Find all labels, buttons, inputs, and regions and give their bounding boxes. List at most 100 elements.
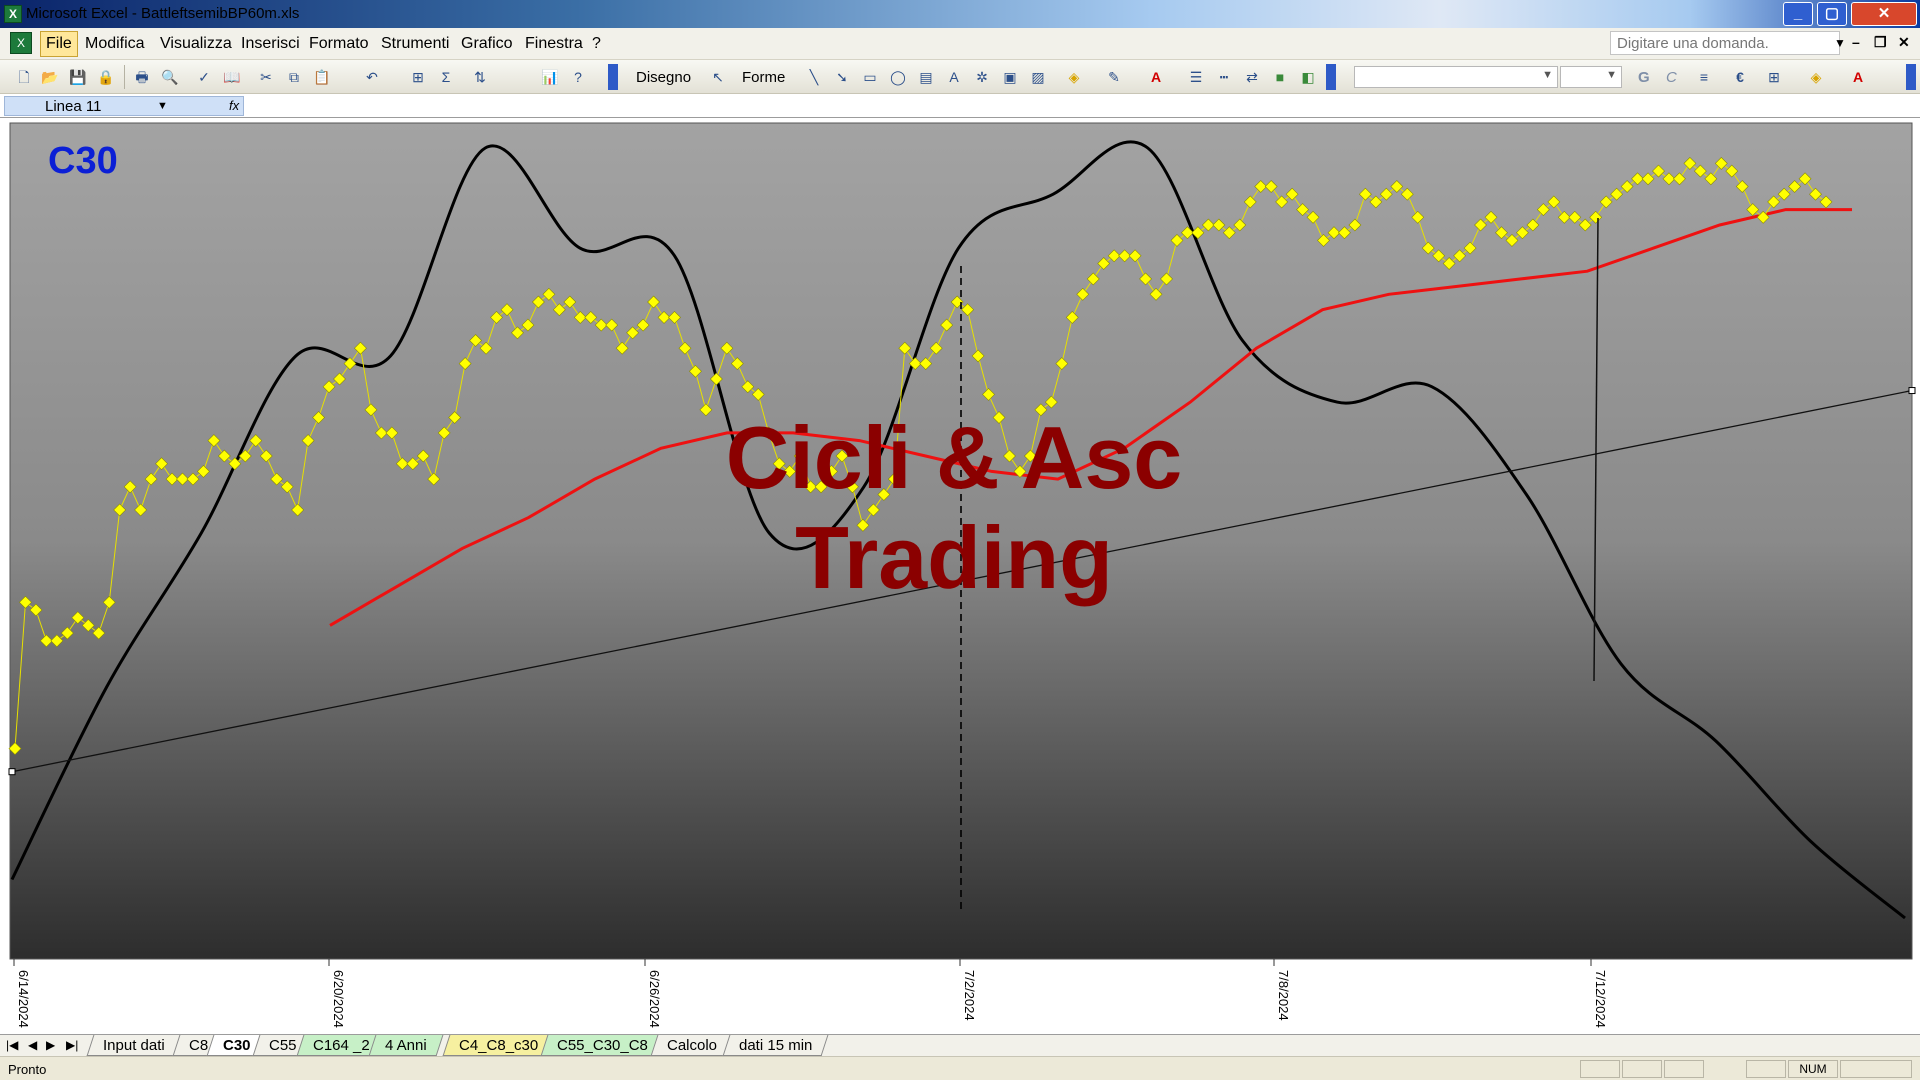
line-style-icon[interactable]: ☰ [1186, 67, 1206, 87]
first-sheet-icon[interactable]: |◀ [6, 1038, 18, 1052]
help-icon[interactable]: ? [568, 67, 588, 87]
italic-button[interactable]: C [1666, 69, 1677, 86]
new-file-icon[interactable]: 🗋 [14, 67, 34, 87]
cut-icon[interactable]: ✂ [256, 67, 276, 87]
toolbar-grip-3[interactable] [1906, 64, 1916, 90]
next-sheet-icon[interactable]: ▶ [46, 1038, 55, 1052]
close-button[interactable]: ✕ [1851, 2, 1917, 26]
autosum-icon[interactable]: Σ [436, 67, 456, 87]
toolbar-grip-2[interactable] [1326, 64, 1336, 90]
undo-icon[interactable]: ↶ [362, 67, 382, 87]
3d-icon[interactable]: ◧ [1298, 67, 1318, 87]
font-size-combo[interactable]: ▼ [1560, 66, 1622, 88]
font-color-2-icon[interactable]: A [1848, 67, 1868, 87]
shadow-icon[interactable]: ■ [1270, 67, 1290, 87]
print-icon[interactable]: 🖶 [132, 67, 152, 87]
x-tick-label: 7/2/2024 [962, 970, 977, 1021]
sheet-tab-label: dati 15 min [739, 1037, 813, 1054]
sheet-tab[interactable]: Input dati [86, 1035, 182, 1056]
menu-formato[interactable]: Formato [309, 35, 369, 53]
chart[interactable]: C30 Cicli & Asc Trading 6/14/2024 6/20/20… [0, 118, 1920, 1034]
spelling-icon[interactable]: ✓ [194, 67, 214, 87]
x-tick-label: 7/8/2024 [1276, 970, 1291, 1021]
window-title: Microsoft Excel - BattleftsemibBP60m.xls [26, 5, 300, 22]
bold-button[interactable]: G [1638, 69, 1650, 86]
doc-restore-icon[interactable]: ❐ [1874, 34, 1887, 51]
sheet-tab[interactable]: Calcolo [650, 1035, 734, 1056]
align-icon[interactable]: ≡ [1694, 67, 1714, 87]
wordart-icon[interactable]: A [944, 67, 964, 87]
diagram-icon[interactable]: ✲ [972, 67, 992, 87]
sort-icon[interactable]: ⇅ [470, 67, 490, 87]
copy-icon[interactable]: ⧉ [284, 67, 304, 87]
line-icon[interactable]: ╲ [804, 67, 824, 87]
euro-icon[interactable]: € [1730, 67, 1750, 87]
chart-wizard-icon[interactable]: 📊 [540, 67, 560, 87]
arrow-style-icon[interactable]: ⇄ [1242, 67, 1262, 87]
prev-sheet-icon[interactable]: ◀ [28, 1038, 37, 1052]
sheet-tab-label: C8 [189, 1037, 209, 1054]
select-pointer-icon[interactable]: ↖ [708, 67, 728, 87]
dash-style-icon[interactable]: ┅ [1214, 67, 1234, 87]
font-name-combo[interactable]: ▼ [1354, 66, 1558, 88]
draw-menu[interactable]: Disegno [636, 69, 691, 86]
menu-help[interactable]: ? [592, 35, 601, 53]
textbox-icon[interactable]: ▤ [916, 67, 936, 87]
save-icon[interactable]: 💾 [68, 67, 88, 87]
borders-icon[interactable]: ⊞ [1764, 67, 1784, 87]
menu-visualizza[interactable]: Visualizza [160, 35, 232, 53]
toolbar: 🗋 📂 💾 🔒 🖶 🔍 ✓ 📖 ✂ ⧉ 📋 ↶ ⊞ Σ ⇅ 📊 ? Disegn… [0, 60, 1920, 94]
chevron-down-icon[interactable]: ▼ [157, 100, 168, 112]
trendline-handle-start[interactable] [8, 768, 16, 776]
picture-icon[interactable]: ▨ [1028, 67, 1048, 87]
status-bar: Pronto NUM [0, 1056, 1920, 1080]
sheet-tab[interactable]: dati 15 min [722, 1035, 829, 1056]
insert-link-icon[interactable]: ⊞ [408, 67, 428, 87]
title-bar: X Microsoft Excel - BattleftsemibBP60m.x… [0, 0, 1920, 28]
maximize-button[interactable]: ▢ [1817, 2, 1847, 26]
formula-bar: Linea 11 ▼ fx [0, 94, 1920, 118]
paste-icon[interactable]: 📋 [312, 67, 332, 87]
name-box[interactable]: Linea 11 ▼ fx [4, 96, 244, 116]
chevron-down-icon[interactable]: ▼ [1834, 36, 1846, 50]
x-tick-label: 7/12/2024 [1593, 970, 1608, 1028]
permission-icon[interactable]: 🔒 [96, 67, 116, 87]
menu-modifica[interactable]: Modifica [85, 35, 145, 53]
last-sheet-icon[interactable]: ▶| [66, 1038, 78, 1052]
oval-icon[interactable]: ◯ [888, 67, 908, 87]
fx-icon[interactable]: fx [229, 98, 239, 113]
trendline-handle-end[interactable] [1908, 387, 1916, 395]
sheet-tab-label: 4 Anni [385, 1037, 427, 1054]
print-preview-icon[interactable]: 🔍 [160, 67, 180, 87]
sheet-tab[interactable]: C4_C8_c30 [442, 1035, 555, 1056]
toolbar-grip[interactable] [608, 64, 618, 90]
doc-minimize-icon[interactable]: – [1852, 34, 1860, 50]
menu-finestra[interactable]: Finestra [525, 35, 583, 53]
line-color-icon[interactable]: ✎ [1104, 67, 1124, 87]
arrow-icon[interactable]: ➘ [832, 67, 852, 87]
menu-file[interactable]: File [40, 31, 78, 57]
sheet-tab-label: C4_C8_c30 [459, 1037, 539, 1054]
menu-grafico[interactable]: Grafico [461, 35, 513, 53]
workbook-icon[interactable]: X [10, 32, 32, 54]
fill-color-2-icon[interactable]: ◈ [1806, 67, 1826, 87]
sheet-tab-label: C55 [269, 1037, 297, 1054]
open-folder-icon[interactable]: 📂 [40, 67, 60, 87]
doc-close-icon[interactable]: ✕ [1898, 34, 1910, 51]
sheet-tab[interactable]: C55_C30_C8 [540, 1035, 665, 1056]
sheet-tab[interactable]: 4 Anni [368, 1035, 444, 1056]
shapes-menu[interactable]: Forme [742, 69, 785, 86]
status-text: Pronto [8, 1062, 47, 1077]
chart-sheet: C30 Cicli & Asc Trading 6/14/2024 6/20/20… [0, 118, 1920, 1034]
sheet-tab-label: C55_C30_C8 [557, 1037, 648, 1054]
rectangle-icon[interactable]: ▭ [860, 67, 880, 87]
minimize-button[interactable]: _ [1783, 2, 1813, 26]
font-color-icon[interactable]: A [1146, 67, 1166, 87]
help-search-input[interactable]: Digitare una domanda. [1610, 31, 1840, 55]
menu-inserisci[interactable]: Inserisci [241, 35, 300, 53]
menu-strumenti[interactable]: Strumenti [381, 35, 449, 53]
research-icon[interactable]: 📖 [222, 67, 242, 87]
fill-color-icon[interactable]: ◈ [1064, 67, 1084, 87]
sheet-tab-label: C164 _2 [313, 1037, 370, 1054]
clipart-icon[interactable]: ▣ [1000, 67, 1020, 87]
